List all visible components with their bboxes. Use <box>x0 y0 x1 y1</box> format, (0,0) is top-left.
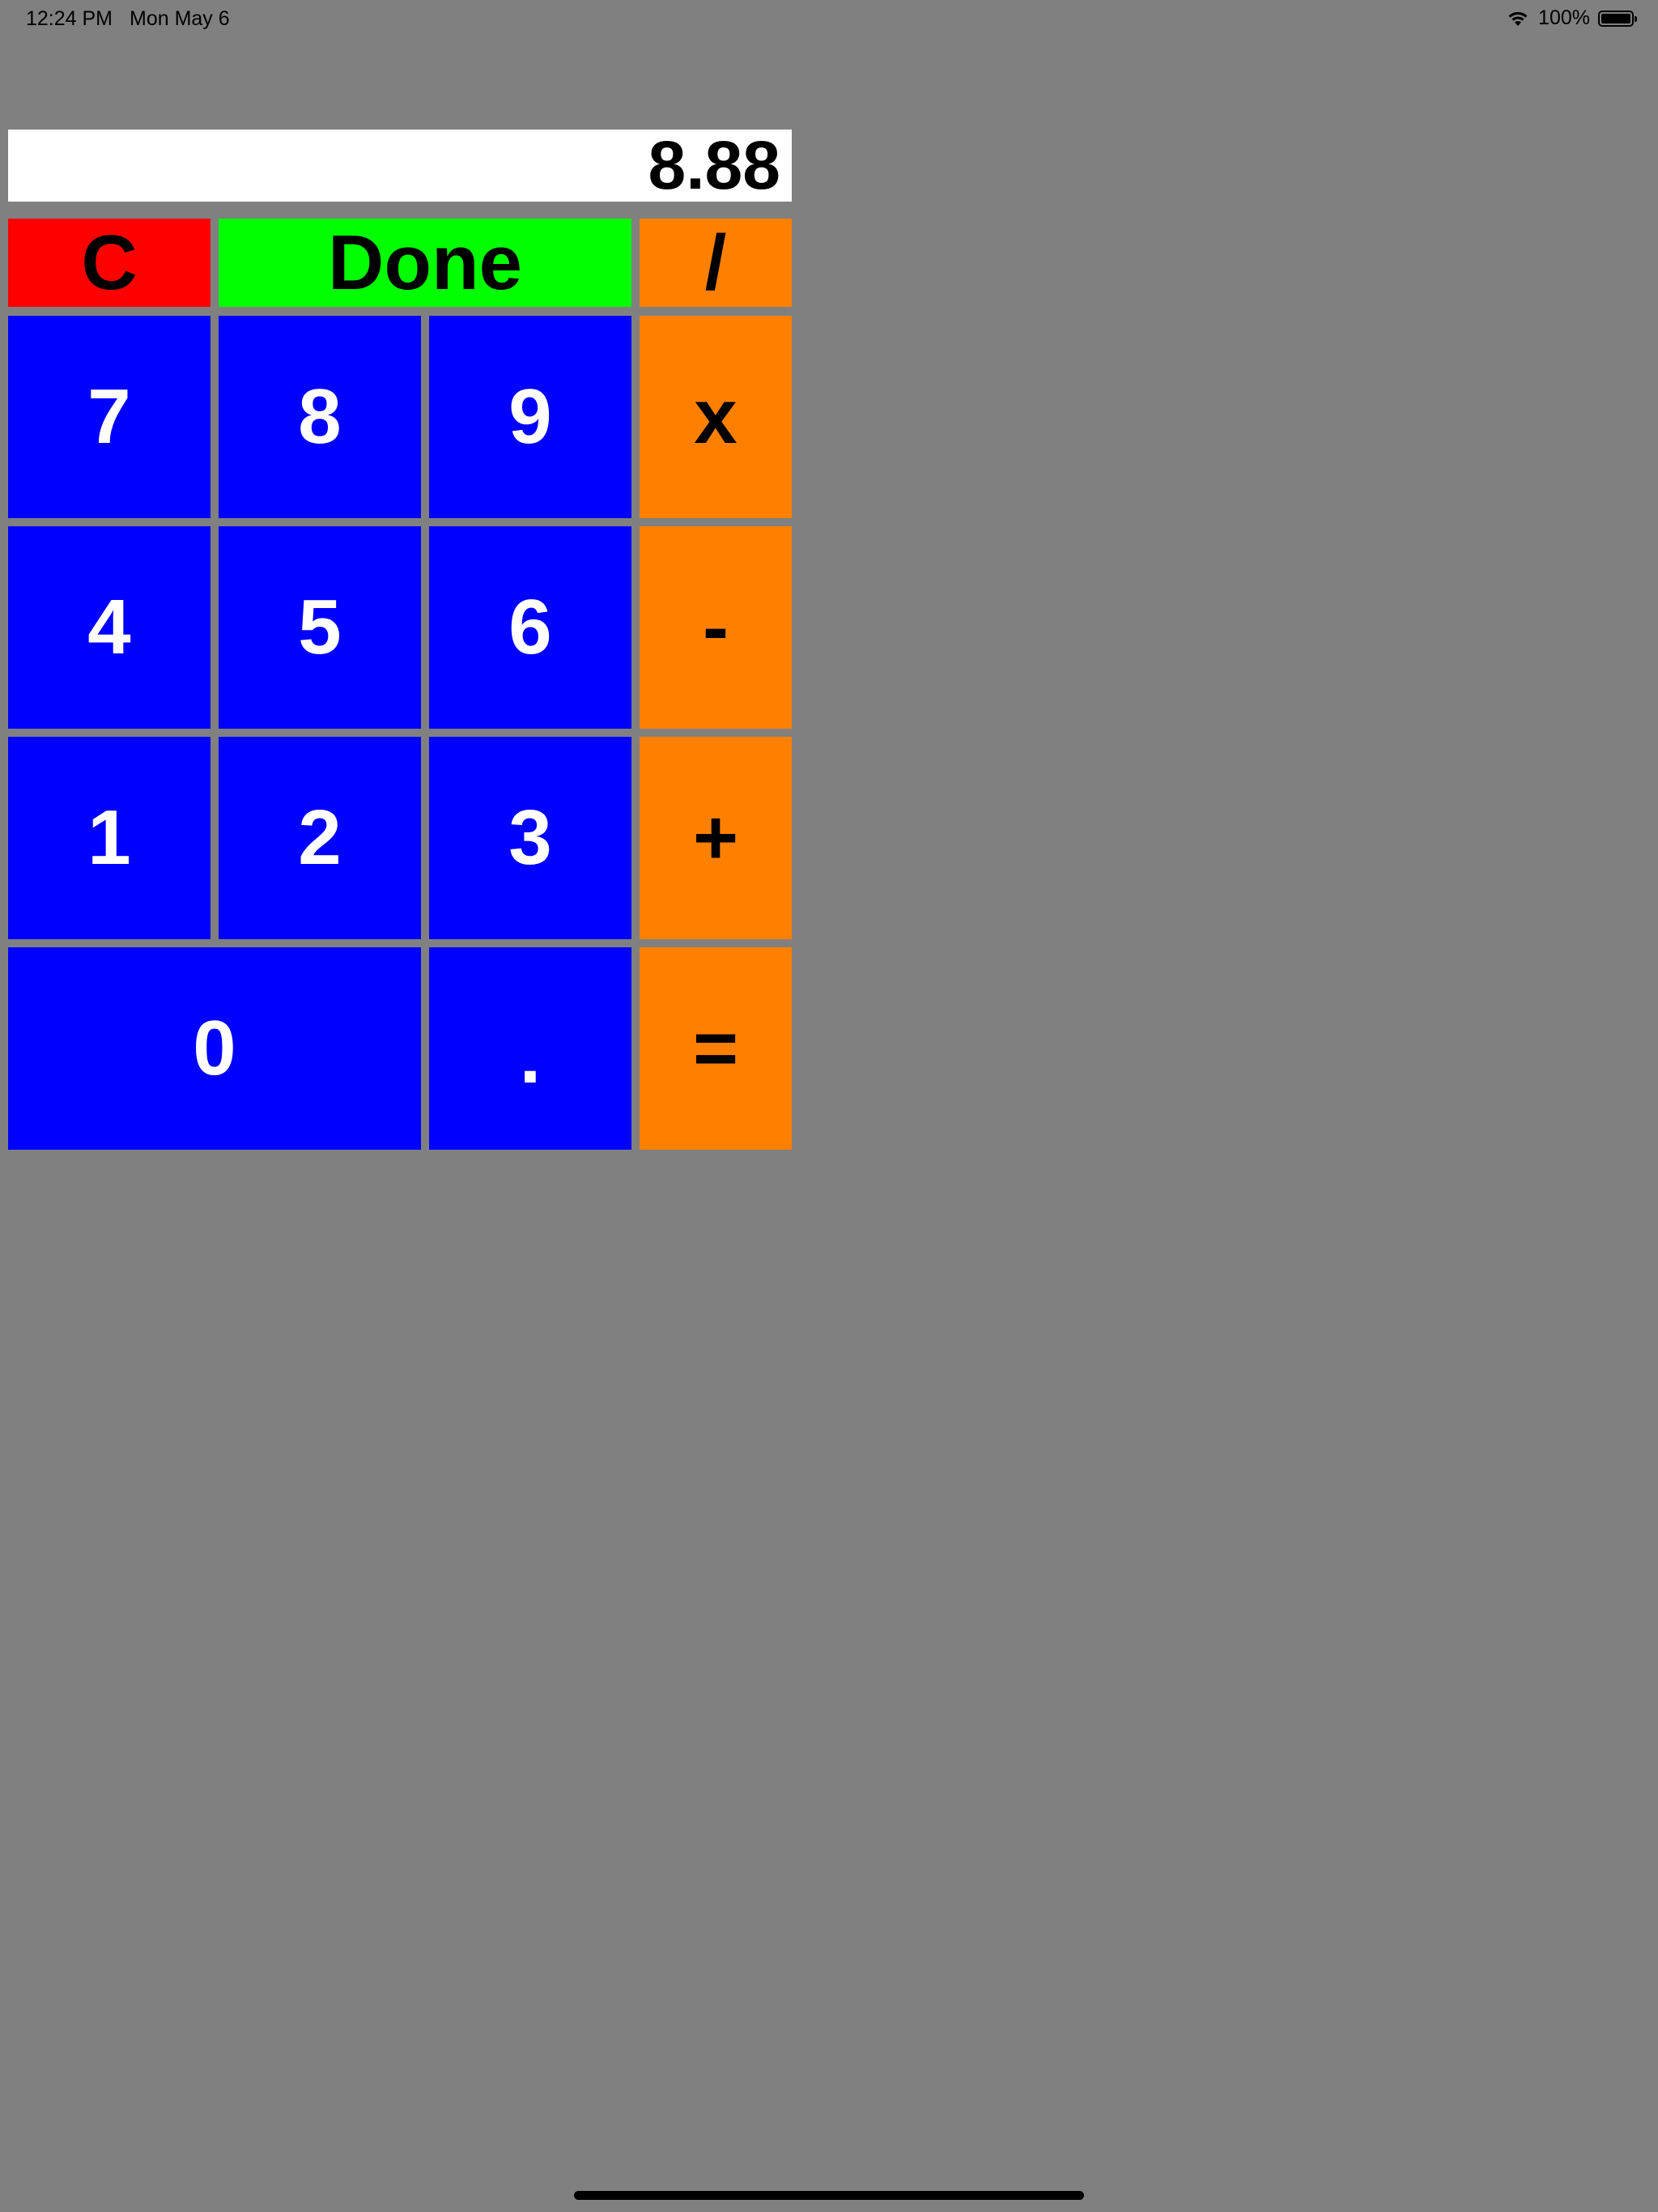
digit-2-button[interactable]: 2 <box>219 737 421 939</box>
battery-percent: 100% <box>1538 6 1590 29</box>
digit-7-button[interactable]: 7 <box>8 316 210 518</box>
digit-4-button[interactable]: 4 <box>8 526 210 729</box>
battery-icon <box>1598 10 1637 27</box>
digit-5-button[interactable]: 5 <box>219 526 421 729</box>
status-indicators: 100% <box>1506 6 1637 30</box>
minus-button[interactable]: - <box>640 526 792 729</box>
digit-1-button[interactable]: 1 <box>8 737 210 939</box>
clear-button[interactable]: C <box>8 219 210 307</box>
wifi-icon <box>1506 10 1530 28</box>
digit-8-button[interactable]: 8 <box>219 316 421 518</box>
digit-0-button[interactable]: 0 <box>8 947 421 1150</box>
decimal-button[interactable]: . <box>429 947 631 1150</box>
status-time: 12:24 PM <box>26 7 113 30</box>
divide-button[interactable]: / <box>640 219 792 307</box>
digit-3-button[interactable]: 3 <box>429 737 631 939</box>
digit-9-button[interactable]: 9 <box>429 316 631 518</box>
status-bar: 12:24 PM Mon May 6 100% <box>0 0 1658 40</box>
multiply-button[interactable]: x <box>640 316 792 518</box>
status-date: Mon May 6 <box>130 7 230 30</box>
home-indicator[interactable] <box>574 2191 1084 2200</box>
equals-button[interactable]: = <box>640 947 792 1150</box>
plus-button[interactable]: + <box>640 737 792 939</box>
calculator-display: 8.88 <box>8 130 792 202</box>
digit-6-button[interactable]: 6 <box>429 526 631 729</box>
done-button[interactable]: Done <box>219 219 631 307</box>
